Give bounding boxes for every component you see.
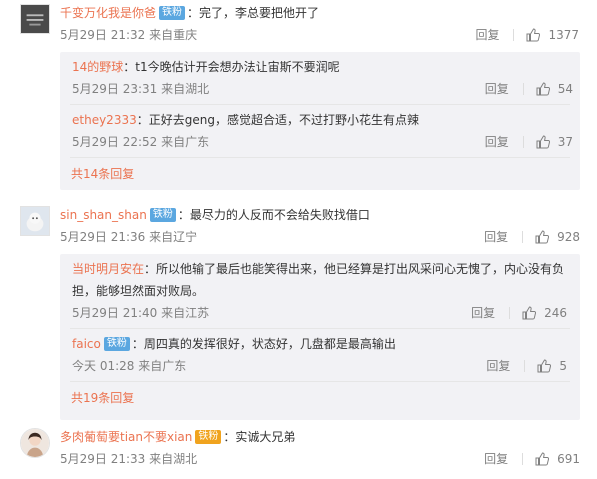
like-count: 691 (557, 452, 580, 466)
reply-button[interactable]: 回复 (475, 27, 499, 43)
like-count: 5 (559, 359, 567, 373)
more-replies-link[interactable]: 共19条回复 (71, 390, 134, 406)
comment-meta: 5月29日 21:32 来自重庆 (60, 28, 198, 42)
action-divider (522, 231, 524, 243)
avatar[interactable] (20, 206, 50, 236)
comment-item: 千变万化我是你爸 铁粉 ：完了，李总要把他开了 5月29日 21:32 来自重庆 回… (0, 0, 597, 190)
comment-meta: 5月29日 21:36 来自辽宁 (60, 230, 198, 244)
reply-meta: 5月29日 21:40 来自江苏 (72, 306, 210, 320)
reply-line: ethey2333：正好去geng，感觉超合适，不过打野小花生有点辣 (72, 112, 419, 128)
comment-actions: 回复 1377 (475, 27, 579, 43)
fan-badge: 铁粉 (195, 430, 222, 444)
like-count: 928 (557, 230, 580, 244)
username[interactable]: 千变万化我是你爸 (60, 6, 156, 20)
like-count: 246 (544, 306, 567, 320)
fan-badge: 铁粉 (103, 337, 130, 351)
comment-item: sin_shan_shan 铁粉 ：最尽力的人反而不会给失败找借口 5月29日 21… (0, 204, 597, 420)
comment-actions: 回复 691 (484, 451, 580, 467)
comment-line: 千变万化我是你爸 铁粉 ：完了，李总要把他开了 (60, 5, 319, 21)
reply-actions: 回复 246 (471, 305, 567, 321)
action-divider (513, 29, 515, 41)
reply-divider (70, 104, 570, 105)
reply-box: 14的野球：t1今晚估计开会想办法让宙斯不要润呢 5月29日 23:31 来自湖… (60, 52, 580, 190)
like-count: 54 (557, 82, 573, 96)
comment-text: ：完了，李总要把他开了 (187, 6, 320, 20)
action-divider (522, 136, 524, 148)
reply-divider (70, 157, 570, 158)
reply-meta: 今天 01:28 来自广东 (72, 359, 187, 373)
comment-text: ：实诚大兄弟 (223, 430, 296, 444)
reply-text: ：周四真的发挥很好，状态好，几盘都是最高输出 (131, 337, 396, 351)
reply-box: 当时明月安在：所以他输了最后也能笑得出来，他已经算是打出风采问心无愧了，内心没有… (60, 254, 580, 420)
action-divider (522, 453, 524, 465)
reply-button[interactable]: 回复 (486, 358, 510, 374)
thumbs-up-icon[interactable] (536, 82, 550, 96)
reply-text: ：正好去geng，感觉超合适，不过打野小花生有点辣 (136, 113, 419, 127)
like-count: 1377 (548, 28, 579, 42)
action-divider (509, 307, 511, 319)
reply-line: faico 铁粉 ：周四真的发挥很好，状态好，几盘都是最高输出 (72, 336, 396, 352)
comment-meta: 5月29日 21:33 来自湖北 (60, 452, 198, 466)
reply-text: ：t1今晚估计开会想办法让宙斯不要润呢 (123, 60, 340, 74)
reply-username[interactable]: ethey2333 (72, 113, 137, 127)
reply-actions: 回复 54 (485, 81, 573, 97)
thumbs-up-icon[interactable] (536, 135, 550, 149)
reply-meta: 5月29日 23:31 来自湖北 (72, 82, 210, 96)
reply-text: ：所以他输了最后也能笑得出来，他已经算是打出风采问心无愧了，内心没有负 (144, 262, 565, 276)
reply-divider (70, 328, 570, 329)
thumbs-up-icon[interactable] (537, 359, 552, 373)
reply-username[interactable]: 14的野球 (72, 60, 123, 74)
comment-line: 多肉葡萄要tian不要xian 铁粉 ：实诚大兄弟 (60, 429, 295, 445)
username[interactable]: 多肉葡萄要tian不要xian (60, 430, 192, 444)
reply-line: 当时明月安在：所以他输了最后也能笑得出来，他已经算是打出风采问心无愧了，内心没有… (72, 261, 564, 277)
reply-button[interactable]: 回复 (485, 81, 509, 97)
comment-line: sin_shan_shan 铁粉 ：最尽力的人反而不会给失败找借口 (60, 207, 370, 223)
avatar[interactable] (20, 428, 50, 458)
reply-line: 14的野球：t1今晚估计开会想办法让宙斯不要润呢 (72, 59, 340, 75)
reply-text-continued: 担，能够坦然面对败局。 (72, 284, 205, 298)
fan-badge: 铁粉 (149, 208, 176, 222)
action-divider (522, 83, 524, 95)
comment-text: ：最尽力的人反而不会给失败找借口 (177, 208, 370, 222)
comment-item: 多肉葡萄要tian不要xian 铁粉 ：实诚大兄弟 5月29日 21:33 来自湖北… (0, 426, 597, 479)
thumbs-up-icon[interactable] (535, 452, 550, 466)
reply-divider (70, 381, 570, 382)
reply-button[interactable]: 回复 (471, 305, 495, 321)
more-replies-link[interactable]: 共14条回复 (71, 166, 134, 182)
action-divider (524, 360, 526, 372)
fan-badge: 铁粉 (159, 6, 186, 20)
reply-button[interactable]: 回复 (484, 229, 508, 245)
reply-button[interactable]: 回复 (484, 451, 508, 467)
thumbs-up-icon[interactable] (522, 306, 537, 320)
reply-meta: 5月29日 22:52 来自广东 (72, 135, 210, 149)
like-count: 37 (557, 135, 573, 149)
reply-actions: 回复 37 (485, 134, 573, 150)
reply-username[interactable]: 当时明月安在 (72, 262, 144, 276)
avatar[interactable] (20, 4, 50, 34)
username[interactable]: sin_shan_shan (60, 208, 147, 222)
reply-button[interactable]: 回复 (485, 134, 509, 150)
thumbs-up-icon[interactable] (526, 28, 541, 42)
thumbs-up-icon[interactable] (535, 230, 550, 244)
reply-username[interactable]: faico (72, 337, 101, 351)
comment-actions: 回复 928 (484, 229, 580, 245)
reply-actions: 回复 5 (486, 358, 567, 374)
